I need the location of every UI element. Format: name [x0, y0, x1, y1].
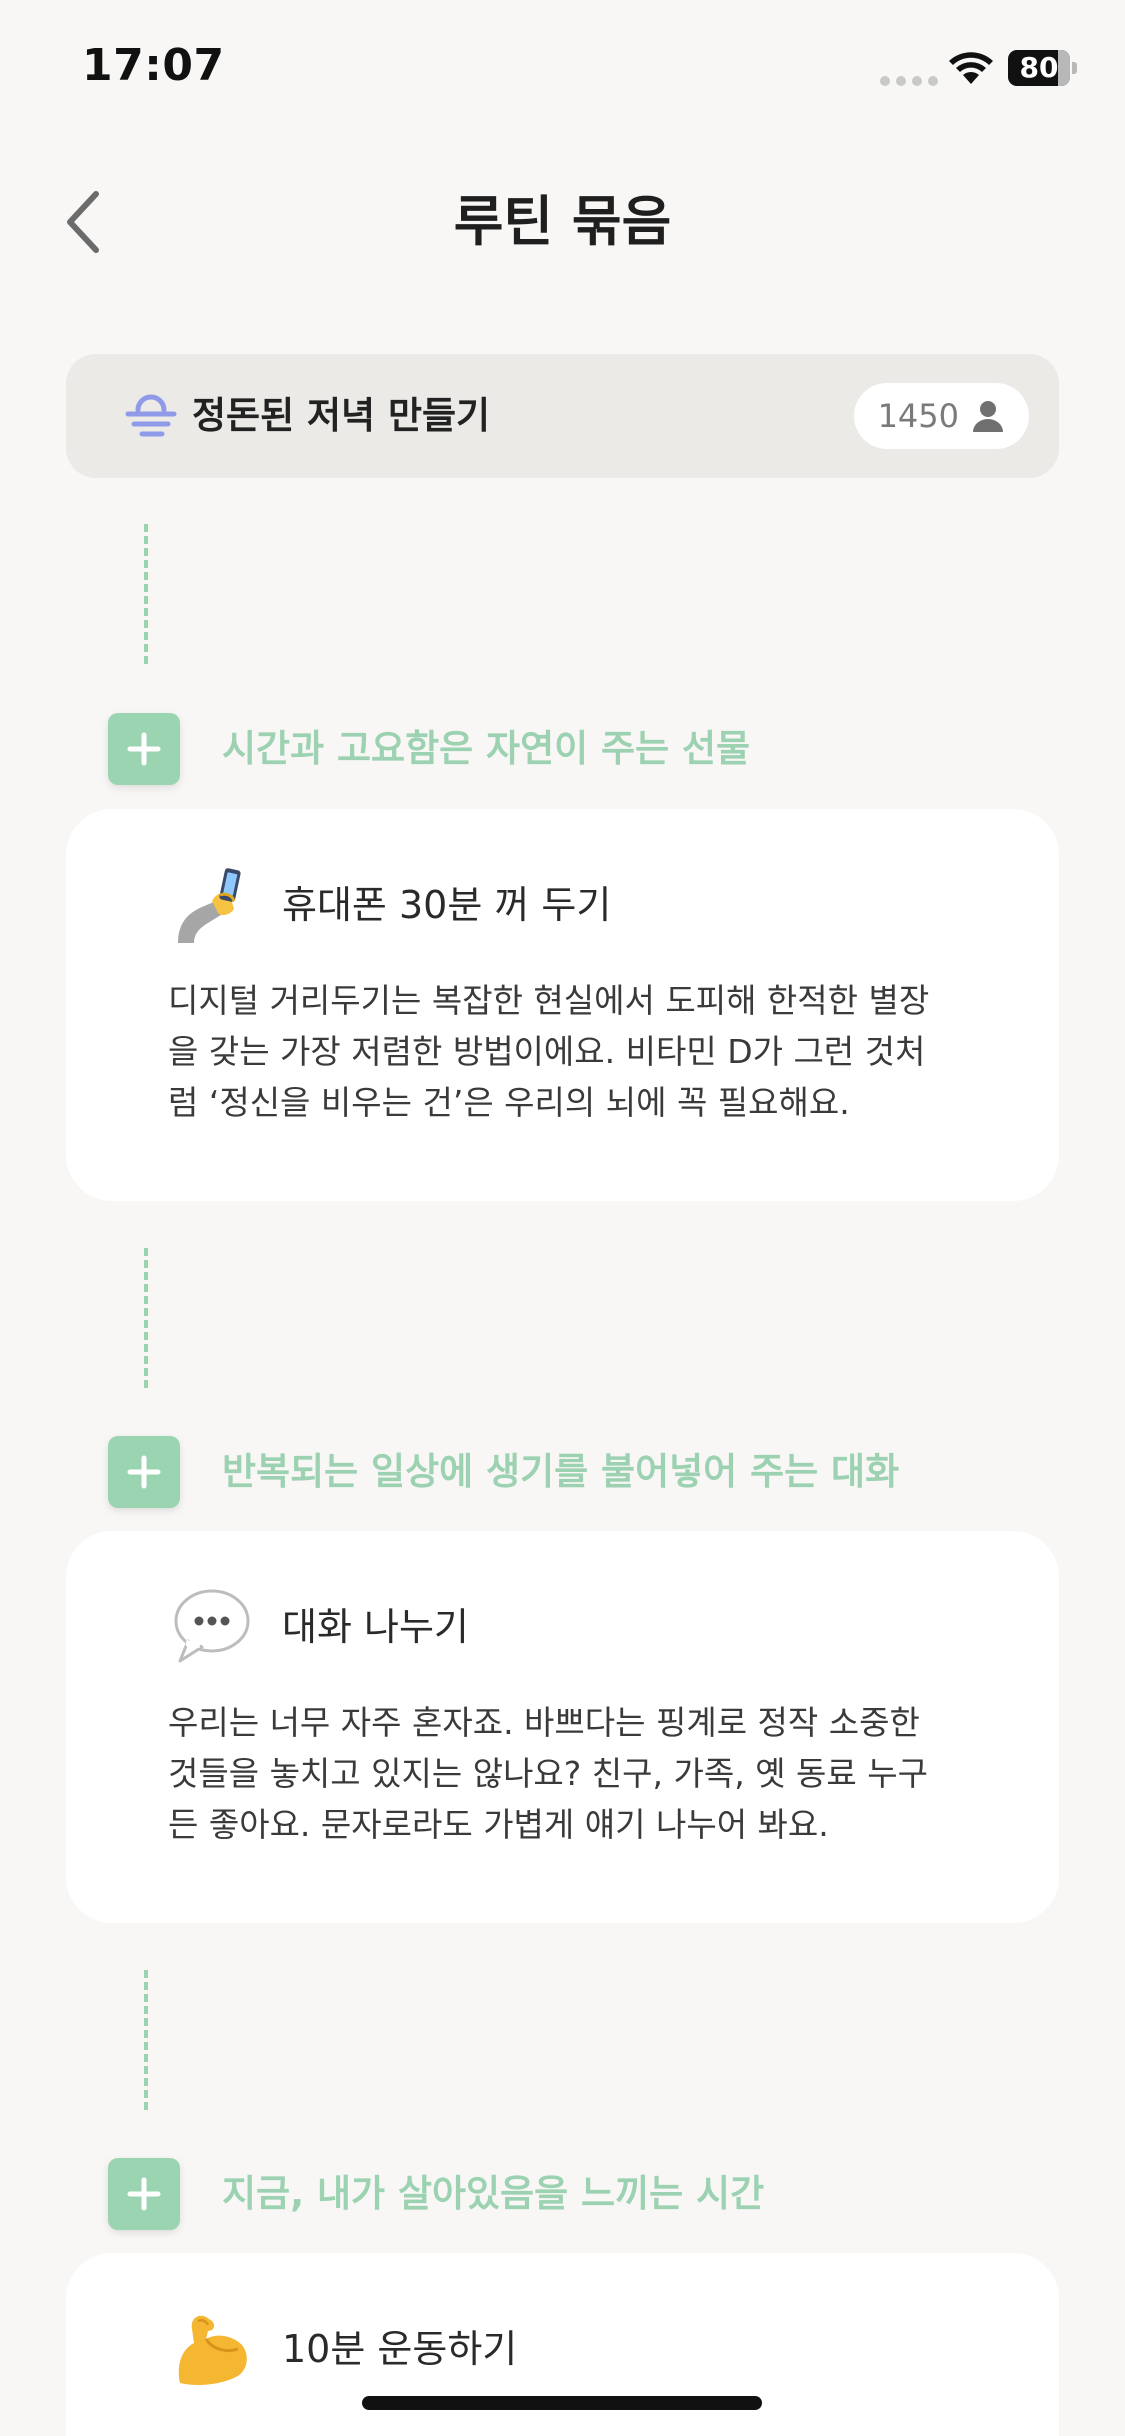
participants-badge: 1450 [853, 383, 1029, 449]
routine-description: 디지털 거리두기는 복잡한 현실에서 도피해 한적한 별장 을 갖는 가장 저렴… [168, 975, 968, 1128]
status-bar: 17:07 80 [0, 0, 1125, 140]
plus-icon [127, 1455, 161, 1489]
phone-in-hand-icon [178, 868, 241, 943]
routine-title: 10분 운동하기 [282, 2327, 518, 2371]
add-routine-button[interactable] [108, 2158, 180, 2230]
description-line: 것들을 놓치고 있지는 않나요? 친구, 가족, 옛 동료 누구 [168, 1754, 928, 1793]
timeline-connector [144, 1248, 148, 1388]
screen: 17:07 80 루틴 묶음 정돈된 저녁 만들기 1450 시간과 고요함은 … [0, 0, 1125, 2436]
timeline-connector [144, 524, 148, 664]
back-button[interactable] [52, 184, 112, 260]
routine-title: 휴대폰 30분 꺼 두기 [282, 883, 612, 927]
home-indicator[interactable] [362, 2396, 762, 2410]
add-routine-button[interactable] [108, 1436, 180, 1508]
add-routine-button[interactable] [108, 713, 180, 785]
routine-card[interactable]: 휴대폰 30분 꺼 두기 디지털 거리두기는 복잡한 현실에서 도피해 한적한 … [66, 809, 1059, 1201]
description-line: 든 좋아요. 문자로라도 가볍게 얘기 나누어 봐요. [168, 1805, 829, 1844]
cellular-signal-icon [880, 76, 938, 86]
description-line: 을 갖는 가장 저렴한 방법이에요. 비타민 D가 그런 것처 [168, 1032, 926, 1071]
section-heading: 지금, 내가 살아있음을 느끼는 시간 [222, 2172, 765, 2215]
chevron-left-icon [67, 191, 99, 253]
person-icon [973, 401, 1003, 432]
page-title: 루틴 묶음 [453, 190, 672, 253]
speech-bubble-icon [174, 1589, 250, 1663]
description-line: 디지털 거리두기는 복잡한 현실에서 도피해 한적한 별장 [168, 981, 930, 1020]
status-time: 17:07 [82, 40, 225, 91]
section-heading: 반복되는 일상에 생기를 불어넣어 주는 대화 [222, 1450, 900, 1493]
plus-icon [127, 732, 161, 766]
routine-description: 우리는 너무 자주 혼자죠. 바쁘다는 핑계로 정작 소중한 것들을 놓치고 있… [168, 1697, 968, 1850]
routine-bundle-banner[interactable]: 정돈된 저녁 만들기 1450 [66, 354, 1059, 478]
wifi-icon [949, 52, 993, 84]
flexed-biceps-icon [178, 2315, 247, 2385]
bundle-title: 정돈된 저녁 만들기 [192, 394, 491, 437]
battery-percent: 80 [1019, 51, 1059, 84]
routine-card[interactable]: 대화 나누기 우리는 너무 자주 혼자죠. 바쁘다는 핑계로 정작 소중한 것들… [66, 1531, 1059, 1923]
plus-icon [127, 2177, 161, 2211]
description-line: 우리는 너무 자주 혼자죠. 바쁘다는 핑계로 정작 소중한 [168, 1703, 920, 1742]
section-heading: 시간과 고요함은 자연이 주는 선물 [222, 727, 751, 770]
timeline-connector [144, 1970, 148, 2110]
moon-fog-icon [125, 394, 177, 437]
participants-count: 1450 [877, 397, 959, 435]
description-line: 럼 ‘정신을 비우는 건’은 우리의 뇌에 꼭 필요해요. [168, 1083, 850, 1122]
battery-icon: 80 [1008, 50, 1078, 86]
routine-title: 대화 나누기 [282, 1605, 469, 1649]
